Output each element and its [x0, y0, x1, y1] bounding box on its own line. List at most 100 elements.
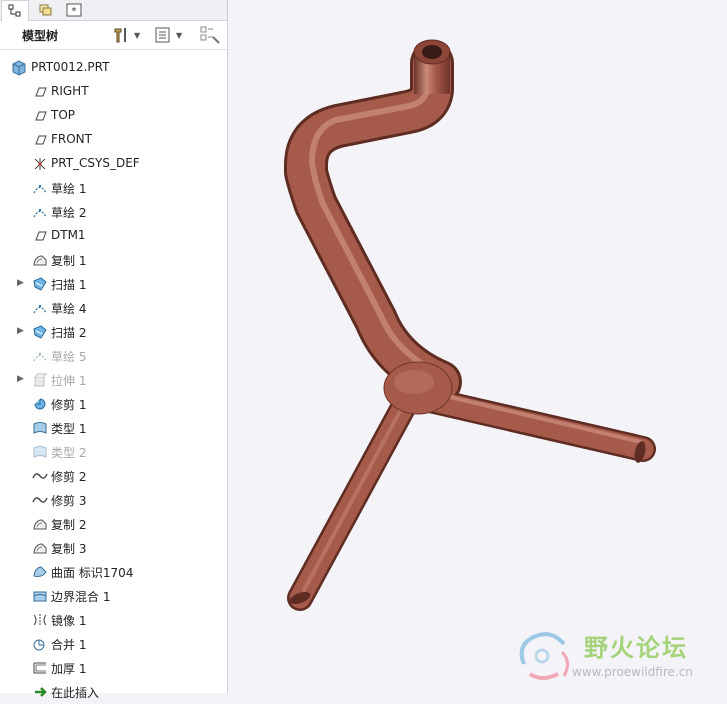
tree-item-label: 类型 1: [51, 422, 87, 436]
list-icon: [155, 27, 170, 43]
curve-trim-icon: [32, 492, 48, 508]
model-tree-panel: * 模型树 ▼ ▼ PRT0012.PRT RIGHT TOP FRONT PRT_CS…: [0, 0, 228, 700]
tree-item-label: PRT_CSYS_DEF: [51, 156, 140, 170]
tree-item[interactable]: DTM1: [0, 224, 226, 248]
copy-icon: [32, 540, 48, 556]
tree-item-label: 加厚 1: [51, 662, 87, 676]
extrude-icon: [32, 372, 48, 388]
junction-highlight: [394, 370, 434, 394]
tree-item-label: 扫描 1: [51, 278, 87, 292]
sweep-icon: [32, 276, 48, 292]
model-tree-tab[interactable]: [1, 0, 29, 21]
tree-item[interactable]: 合并 1: [0, 632, 226, 656]
part-icon: [11, 60, 27, 76]
tree-item-label: 类型 2: [51, 446, 87, 460]
expand-arrow-icon[interactable]: ▶: [17, 326, 24, 336]
copy-icon: [32, 252, 48, 268]
lower-highlight: [302, 398, 408, 592]
navigator-tabs: *: [0, 0, 227, 21]
tree-item-label: 草绘 4: [51, 302, 87, 316]
tree-item-label: RIGHT: [51, 84, 89, 98]
tree-item[interactable]: 边界混合 1: [0, 584, 226, 608]
curve-trim-icon: [32, 468, 48, 484]
tree-item[interactable]: FRONT: [0, 128, 226, 152]
graphics-viewport[interactable]: 野火论坛 www.proewildfire.cn: [228, 0, 727, 693]
tree-item-label: TOP: [51, 108, 76, 122]
tree-item-label: 拉伸 1: [51, 374, 87, 388]
tree-item-label: 草绘 1: [51, 182, 87, 196]
tree-item[interactable]: 修剪 3: [0, 488, 226, 512]
tree-item-label: 镜像 1: [51, 614, 87, 628]
model-tree-tab-icon: [8, 4, 21, 17]
tree-item[interactable]: 草绘 1: [0, 176, 226, 200]
layers-tab[interactable]: [33, 0, 59, 19]
tree-item[interactable]: 修剪 1: [0, 392, 226, 416]
tree-item[interactable]: 修剪 2: [0, 464, 226, 488]
tree-item-label: 修剪 2: [51, 470, 87, 484]
filter-button[interactable]: [199, 25, 221, 45]
tree-item[interactable]: 草绘 2: [0, 200, 226, 224]
watermark-url: www.proewildfire.cn: [572, 665, 693, 679]
pipe-top-hole: [422, 45, 442, 59]
tree-item-label: DTM1: [51, 228, 86, 242]
tree-item-label: 合并 1: [51, 638, 87, 652]
settings-dropdown-button[interactable]: ▼: [112, 25, 140, 45]
sweep-icon: [32, 324, 48, 340]
tree-item[interactable]: RIGHT: [0, 80, 226, 104]
boundary-blend-icon: [32, 588, 48, 604]
tree-item[interactable]: PRT_CSYS_DEF: [0, 152, 226, 176]
datum-plane-icon: [32, 84, 48, 100]
watermark: 野火论坛 www.proewildfire.cn: [512, 624, 722, 690]
tree-item[interactable]: 草绘 4: [0, 296, 226, 320]
tools-icon: [114, 28, 126, 43]
expand-arrow-icon[interactable]: ▶: [17, 278, 24, 288]
tree-item-label: 修剪 3: [51, 494, 87, 508]
surface-icon: [32, 564, 48, 580]
tree-item-label: 曲面 标识1704: [51, 566, 134, 580]
tree-item[interactable]: 曲面 标识1704: [0, 560, 226, 584]
tree-item[interactable]: ▶ 扫描 2: [0, 320, 226, 344]
tree-item[interactable]: 在此插入: [0, 680, 226, 704]
svg-text:*: *: [72, 6, 77, 17]
sketch-icon: [32, 204, 48, 220]
sketch-icon: [32, 180, 48, 196]
insert-here-icon: [32, 684, 48, 700]
thicken-icon: [32, 660, 48, 676]
tree-item-label: 边界混合 1: [51, 590, 111, 604]
tree-item[interactable]: 镜像 1: [0, 608, 226, 632]
tree-item[interactable]: 加厚 1: [0, 656, 226, 680]
trim-icon: [32, 396, 48, 412]
favorites-tab[interactable]: *: [61, 0, 87, 19]
tree-item-label: FRONT: [51, 132, 92, 146]
copy-icon: [32, 516, 48, 532]
show-dropdown-button[interactable]: ▼: [154, 25, 182, 45]
tree-item[interactable]: 草绘 5: [0, 344, 226, 368]
tree-item[interactable]: PRT0012.PRT: [0, 56, 226, 80]
surface-type-icon: [32, 444, 48, 460]
tree-item[interactable]: ▶ 拉伸 1: [0, 368, 226, 392]
datum-plane-icon: [32, 108, 48, 124]
surface-type-icon: [32, 420, 48, 436]
tree-item[interactable]: 类型 1: [0, 416, 226, 440]
tree-item[interactable]: 复制 1: [0, 248, 226, 272]
watermark-logo-text: 野火论坛: [584, 634, 688, 662]
sketch-icon: [32, 348, 48, 364]
filter-icon: [200, 26, 220, 44]
tree-item-label: PRT0012.PRT: [31, 60, 110, 74]
tree-item[interactable]: ▶ 扫描 1: [0, 272, 226, 296]
tree-item-label: 草绘 5: [51, 350, 87, 364]
tree-item-label: 扫描 2: [51, 326, 87, 340]
tree-item[interactable]: 复制 2: [0, 512, 226, 536]
model-tree-header: 模型树 ▼ ▼: [0, 21, 227, 50]
sketch-icon: [32, 300, 48, 316]
tree-item-label: 复制 2: [51, 518, 87, 532]
tree-item[interactable]: 类型 2: [0, 440, 226, 464]
tree-item-label: 草绘 2: [51, 206, 87, 220]
layers-tab-icon: [39, 4, 52, 15]
tree-item[interactable]: TOP: [0, 104, 226, 128]
tree-item[interactable]: 复制 3: [0, 536, 226, 560]
pipe-model[interactable]: [228, 0, 727, 693]
datum-plane-icon: [32, 228, 48, 244]
mirror-icon: [32, 612, 48, 628]
expand-arrow-icon[interactable]: ▶: [17, 374, 24, 384]
